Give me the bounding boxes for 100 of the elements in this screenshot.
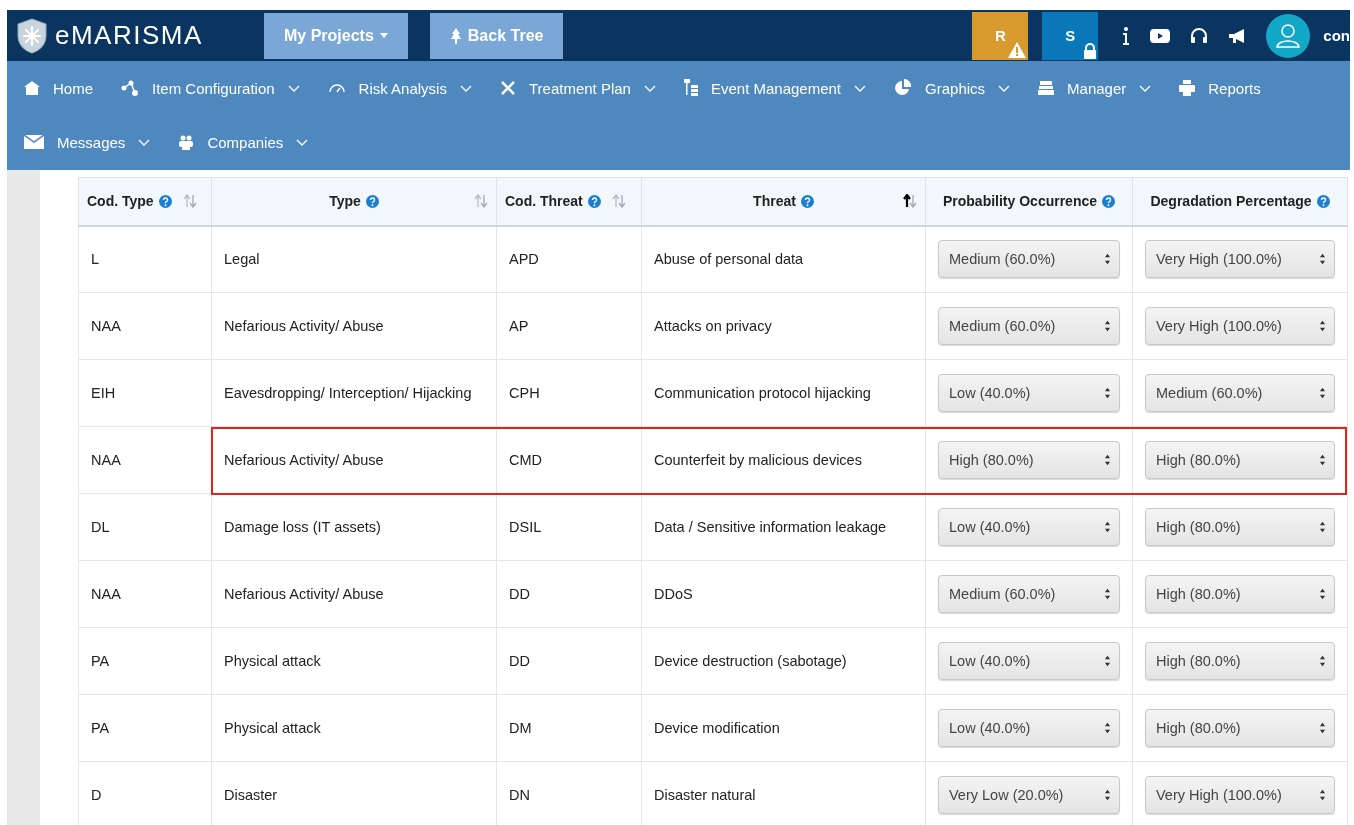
menu-item[interactable]: Risk Analysis xyxy=(324,79,475,97)
select-field[interactable]: Very High (100.0%) xyxy=(1145,776,1335,814)
table-cell: PA xyxy=(78,627,212,695)
up-down-arrows-icon xyxy=(1319,789,1326,801)
table-cell: L xyxy=(78,225,212,293)
table-cell: Nefarious Activity/ Abuse xyxy=(211,560,497,628)
menu-item[interactable]: Treatment Plan xyxy=(496,79,659,97)
table-cell: Device destruction (sabotage) xyxy=(641,627,926,695)
video-play-icon[interactable] xyxy=(1150,28,1171,43)
status-badge[interactable]: S xyxy=(1042,11,1099,60)
help-icon[interactable] xyxy=(1316,194,1330,208)
table-cell: Damage loss (IT assets) xyxy=(211,493,497,561)
table-cell: DM xyxy=(496,694,642,762)
select-field[interactable]: Very High (100.0%) xyxy=(1145,307,1335,345)
user-avatar-icon[interactable] xyxy=(1266,13,1311,58)
help-icon[interactable] xyxy=(800,194,814,208)
info-icon[interactable] xyxy=(1122,26,1131,45)
up-down-arrows-icon xyxy=(1104,655,1111,667)
column-header[interactable]: Cod. Threat xyxy=(496,177,642,226)
select-field[interactable]: Very High (100.0%) xyxy=(1145,240,1335,279)
select-field[interactable]: Low (40.0%) xyxy=(938,642,1120,680)
select-field[interactable]: Medium (60.0%) xyxy=(1145,374,1335,412)
select-field[interactable]: High (80.0%) xyxy=(1145,441,1335,479)
help-icon[interactable] xyxy=(1102,194,1116,208)
hierarchy-icon xyxy=(683,79,698,97)
up-down-arrows-icon xyxy=(1104,722,1111,734)
up-down-arrows-icon xyxy=(1104,320,1111,332)
table-cell: EIH xyxy=(78,359,212,427)
nodes-icon xyxy=(121,80,139,96)
up-down-arrows-icon xyxy=(1319,253,1326,266)
menu-item[interactable]: Messages xyxy=(21,133,154,151)
table-cell: Physical attack xyxy=(211,694,497,762)
column-header[interactable]: Degradation Percentage xyxy=(1132,177,1348,226)
menu-item[interactable]: Companies xyxy=(175,133,312,151)
table-cell: Device modification xyxy=(641,694,926,762)
table-cell: DDoS xyxy=(641,560,926,628)
select-field[interactable]: High (80.0%) xyxy=(1145,642,1335,680)
table-cell: Nefarious Activity/ Abuse xyxy=(211,292,497,360)
menu-item[interactable]: Event Management xyxy=(680,79,870,97)
table-cell: NAA xyxy=(78,560,212,628)
help-icon[interactable] xyxy=(158,194,172,208)
menu-item[interactable]: Home xyxy=(21,79,96,97)
column-header[interactable]: Type xyxy=(211,177,497,226)
tree-icon xyxy=(449,27,462,44)
select-field[interactable]: High (80.0%) xyxy=(1145,709,1335,747)
app-logo: eMARISMA xyxy=(55,20,203,51)
user-name[interactable]: con xyxy=(1323,27,1350,44)
select-field[interactable]: High (80.0%) xyxy=(1145,508,1335,546)
warning-icon xyxy=(1007,40,1028,59)
up-down-arrows-icon xyxy=(1319,655,1326,667)
menu-item[interactable]: Item Configuration xyxy=(118,79,303,97)
table-cell: DD xyxy=(496,627,642,695)
table-cell: D xyxy=(78,761,212,825)
column-header[interactable]: Threat xyxy=(641,177,926,226)
select-field[interactable]: Very Low (20.0%) xyxy=(938,776,1120,814)
select-field[interactable]: Low (40.0%) xyxy=(938,709,1120,747)
table-cell: Attacks on privacy xyxy=(641,292,926,360)
table-cell: DL xyxy=(78,493,212,561)
table-cell: DD xyxy=(496,560,642,628)
menu-item[interactable]: Reports xyxy=(1176,79,1264,97)
select-field[interactable]: High (80.0%) xyxy=(1145,575,1335,613)
select-field[interactable]: Medium (60.0%) xyxy=(938,240,1120,279)
column-header[interactable]: Cod. Type xyxy=(78,177,212,226)
printer-icon xyxy=(1179,80,1196,96)
table-cell: CPH xyxy=(496,359,642,427)
people-icon xyxy=(178,134,195,150)
table-cell: NAA xyxy=(78,292,212,360)
table-cell: Physical attack xyxy=(211,627,497,695)
up-down-arrows-icon xyxy=(1319,454,1326,466)
up-down-arrows-icon xyxy=(1104,521,1111,533)
select-field[interactable]: Low (40.0%) xyxy=(938,508,1120,546)
menu-item[interactable]: Manager xyxy=(1035,79,1155,97)
column-header[interactable]: Probability Occurrence xyxy=(925,177,1133,226)
table-cell: Legal xyxy=(211,225,497,293)
select-field[interactable]: Medium (60.0%) xyxy=(938,575,1120,613)
column-title: Degradation Percentage xyxy=(1150,193,1312,210)
help-icon[interactable] xyxy=(587,194,601,208)
select-field[interactable]: Low (40.0%) xyxy=(938,374,1120,412)
shield-logo-icon xyxy=(17,17,47,54)
headset-icon[interactable] xyxy=(1190,26,1209,45)
pie-chart-icon xyxy=(894,79,913,97)
column-title: Type xyxy=(329,193,361,210)
up-down-arrows-icon xyxy=(1104,588,1111,600)
up-down-arrows-icon xyxy=(1319,387,1326,399)
column-title: Cod. Threat xyxy=(505,193,583,210)
table-cell: Eavesdropping/ Interception/ Hijacking xyxy=(211,359,497,427)
column-title: Threat xyxy=(753,193,796,210)
lock-icon xyxy=(1083,42,1098,59)
column-title: Probability Occurrence xyxy=(942,193,1098,210)
up-down-arrows-icon xyxy=(1104,253,1111,266)
gauge-icon xyxy=(327,83,346,93)
table-cell: Communication protocol hijacking xyxy=(641,359,926,427)
menu-item[interactable]: Graphics xyxy=(891,79,1014,97)
select-field[interactable]: Medium (60.0%) xyxy=(938,307,1120,345)
sort-icon[interactable] xyxy=(903,194,917,209)
select-field[interactable]: High (80.0%) xyxy=(938,441,1120,479)
up-down-arrows-icon xyxy=(1319,722,1326,734)
help-icon[interactable] xyxy=(365,194,379,208)
table-cell: NAA xyxy=(78,426,212,494)
table-cell: Data / Sensitive information leakage xyxy=(641,493,926,561)
